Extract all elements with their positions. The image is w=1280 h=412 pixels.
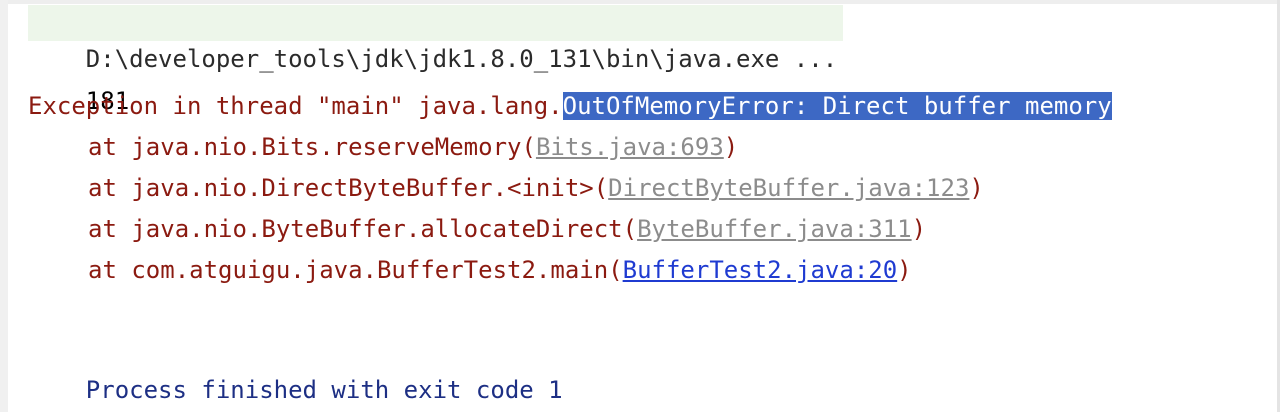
stack-trace-suffix: )	[897, 256, 912, 284]
stack-trace-source-link[interactable]: DirectByteBuffer.java:123	[608, 174, 969, 202]
stack-trace-source-link[interactable]: Bits.java:693	[536, 133, 724, 161]
process-finished-text: Process finished with exit code 1	[85, 376, 563, 404]
stack-trace-suffix: )	[969, 174, 984, 202]
stack-trace-method: at java.nio.DirectByteBuffer.<init>(	[88, 174, 609, 202]
program-output-line: 181	[28, 47, 129, 115]
run-console[interactable]: D:\developer_tools\jdk\jdk1.8.0_131\bin\…	[0, 0, 1280, 412]
console-top-border	[0, 0, 1280, 4]
exception-prefix: Exception in thread "main" java.lang.	[28, 92, 563, 120]
stack-trace-line: at java.nio.Bits.reserveMemory(Bits.java…	[28, 129, 738, 165]
stack-trace-source-link[interactable]: ByteBuffer.java:311	[637, 215, 912, 243]
stack-trace-line: at java.nio.DirectByteBuffer.<init>(Dire…	[28, 170, 984, 206]
exception-selected-text[interactable]: OutOfMemoryError: Direct buffer memory	[562, 92, 1112, 120]
command-line[interactable]: D:\developer_tools\jdk\jdk1.8.0_131\bin\…	[28, 5, 844, 73]
console-gutter	[0, 0, 8, 412]
stack-trace-method: at java.nio.ByteBuffer.allocateDirect(	[88, 215, 638, 243]
stack-trace-method: at com.atguigu.java.BufferTest2.main(	[88, 256, 623, 284]
process-finished-line: Process finished with exit code 1	[28, 336, 563, 404]
stack-trace-suffix: )	[911, 215, 927, 243]
exception-line: Exception in thread "main" java.lang.Out…	[28, 88, 1112, 124]
stack-trace-suffix: )	[723, 133, 739, 161]
stack-trace-user-source-link[interactable]: BufferTest2.java:20	[623, 256, 898, 284]
stack-trace-line: at com.atguigu.java.BufferTest2.main(Buf…	[28, 252, 912, 288]
stack-trace-line: at java.nio.ByteBuffer.allocateDirect(By…	[28, 211, 926, 247]
command-line-text: D:\developer_tools\jdk\jdk1.8.0_131\bin\…	[85, 45, 838, 73]
stack-trace-method: at java.nio.Bits.reserveMemory(	[88, 133, 536, 161]
